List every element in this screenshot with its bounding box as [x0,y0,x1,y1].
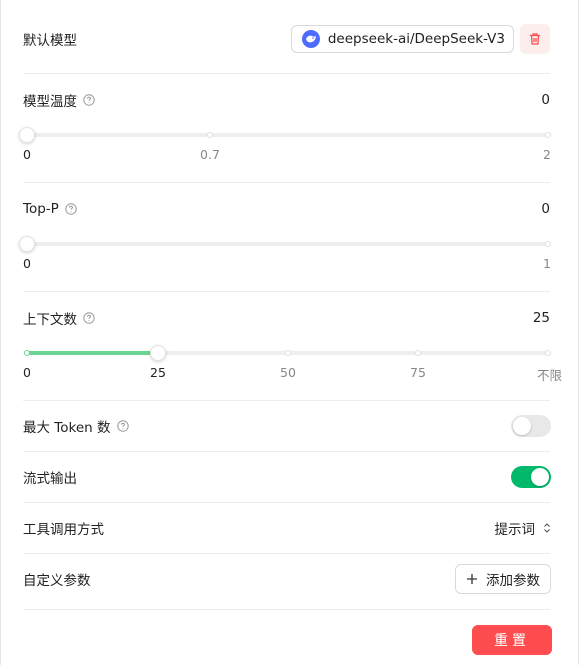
add-param-label: 添加参数 [486,573,540,589]
divider [23,609,550,610]
divider [23,291,550,292]
add-param-button[interactable]: 添加参数 [455,564,551,594]
toggle-knob [513,417,531,435]
tool-call-select[interactable]: 提示词 [495,518,552,538]
slider-mark: 75 [410,365,426,380]
default-model-controls: deepseek-ai/DeepSeek-V3 [290,24,550,54]
stream-output-row: 流式输出 [23,466,551,488]
max-token-row: 最大 Token 数 [23,415,551,437]
max-token-label: 最大 Token 数 [23,420,111,436]
slider-mark: 25 [150,365,166,380]
slider-mark: 0 [23,147,31,162]
slider-track[interactable] [27,133,548,137]
slider-handle[interactable] [19,236,35,252]
tool-call-row: 工具调用方式 提示词 [23,517,550,539]
stream-output-label: 流式输出 [23,471,77,487]
slider-handle[interactable] [19,127,35,143]
divider [23,502,550,503]
divider [23,73,550,74]
top-p-row: Top-P 0 [23,199,550,219]
temperature-label: 模型温度 [23,94,77,110]
max-token-label-group: 最大 Token 数 [23,416,129,436]
temperature-slider[interactable]: 0 0.7 2 [19,123,551,163]
help-icon[interactable] [83,312,95,324]
help-icon[interactable] [83,94,95,106]
divider [23,182,550,183]
reset-button[interactable]: 重置 [472,625,552,655]
help-icon[interactable] [116,420,129,432]
slider-dot [285,350,291,356]
model-name: deepseek-ai/DeepSeek-V3 [327,31,505,47]
slider-fill [27,351,158,355]
trash-icon [528,32,542,46]
slider-mark: 1 [543,256,551,271]
context-label: 上下文数 [23,312,77,328]
deepseek-logo-icon [301,30,320,48]
delete-model-button[interactable] [520,24,550,54]
max-token-toggle[interactable] [511,415,551,437]
slider-dot [545,241,551,247]
slider-mark: 2 [543,147,551,162]
temperature-row: 模型温度 0 [23,90,550,110]
temperature-value: 0 [541,92,550,108]
temperature-label-group: 模型温度 [23,90,95,110]
slider-mark: 0.7 [200,147,220,162]
context-label-group: 上下文数 [23,308,95,328]
model-select-button[interactable]: deepseek-ai/DeepSeek-V3 [290,25,514,53]
top-p-label: Top-P [23,201,59,217]
custom-params-row: 自定义参数 添加参数 [23,564,551,594]
slider-dot [545,132,551,138]
divider [23,451,550,452]
slider-mark: 0 [23,256,31,271]
stream-output-toggle[interactable] [511,466,551,488]
top-p-value: 0 [541,201,550,217]
slider-dot [545,350,551,356]
slider-mark: 50 [280,365,296,380]
slider-mark: 0 [23,365,31,380]
slider-dot [207,132,213,138]
slider-track[interactable] [27,242,548,246]
plus-icon [466,573,486,585]
divider [23,553,550,554]
tool-call-label: 工具调用方式 [23,522,104,538]
default-model-row: 默认模型 deepseek-ai/DeepSeek-V3 [23,24,550,54]
help-icon[interactable] [65,203,77,215]
chevron-up-down-icon [535,522,551,534]
divider [23,400,550,401]
slider-handle[interactable] [150,345,166,361]
top-p-slider[interactable]: 0 1 [19,232,551,272]
context-value: 25 [532,310,550,326]
model-settings-panel: 默认模型 deepseek-ai/DeepSeek-V3 模型温度 0 0 0.… [0,0,579,665]
top-p-label-group: Top-P [23,201,77,217]
default-model-label: 默认模型 [23,33,77,49]
tool-call-selected: 提示词 [494,522,536,538]
toggle-knob [531,468,549,486]
context-slider[interactable]: 0 25 50 75 不限 [23,341,562,383]
slider-mark: 不限 [536,368,562,383]
slider-dot [24,350,30,356]
context-row: 上下文数 25 [23,308,550,328]
slider-dot [415,350,421,356]
custom-params-label: 自定义参数 [23,573,91,589]
